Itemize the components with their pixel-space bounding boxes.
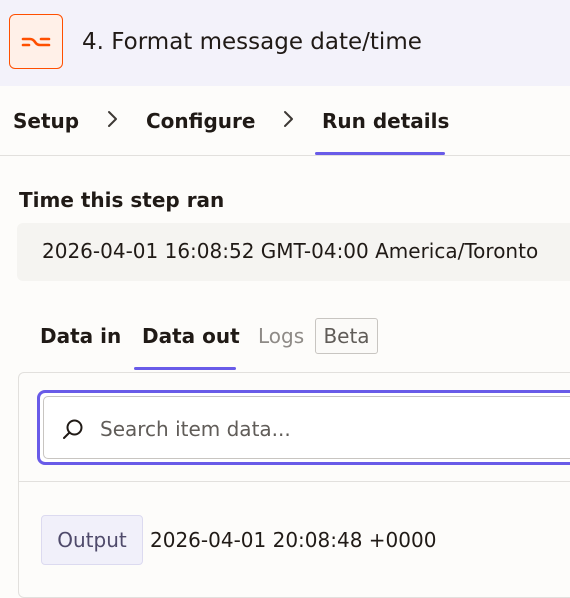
beta-badge: Beta [315, 318, 378, 354]
tab-logs[interactable]: Logs [258, 322, 304, 350]
active-tab-indicator [315, 152, 445, 155]
search-field [43, 396, 570, 459]
step-title: 4. Format message date/time [82, 29, 422, 55]
tab-configure[interactable]: Configure [146, 107, 255, 135]
tab-setup[interactable]: Setup [13, 107, 79, 135]
tab-data-in[interactable]: Data in [40, 322, 121, 350]
search-box [37, 390, 570, 465]
time-ran-value: 2026-04-01 16:08:52 GMT-04:00 America/To… [42, 239, 539, 263]
step-header: 4. Format message date/time [0, 0, 570, 86]
output-label: Output [41, 515, 143, 565]
tab-data-out[interactable]: Data out [142, 322, 240, 350]
active-subtab-indicator [134, 367, 236, 370]
time-ran-box: 2026-04-01 16:08:52 GMT-04:00 America/To… [17, 223, 570, 281]
chevron-right-icon [284, 111, 293, 127]
search-input[interactable] [100, 411, 570, 447]
run-details-page: 4. Format message date/time Setup Config… [0, 0, 570, 598]
step-tabs: Setup Configure Run details [0, 86, 570, 156]
search-icon [63, 419, 83, 439]
data-out-panel: Output 2026-04-01 20:08:48 +0000 [18, 372, 570, 598]
output-value: 2026-04-01 20:08:48 +0000 [150, 528, 437, 552]
chevron-right-icon [108, 111, 117, 127]
divider [19, 481, 570, 482]
formatter-icon [9, 14, 63, 69]
tab-run-details[interactable]: Run details [322, 107, 449, 135]
time-ran-label: Time this step ran [19, 188, 225, 212]
